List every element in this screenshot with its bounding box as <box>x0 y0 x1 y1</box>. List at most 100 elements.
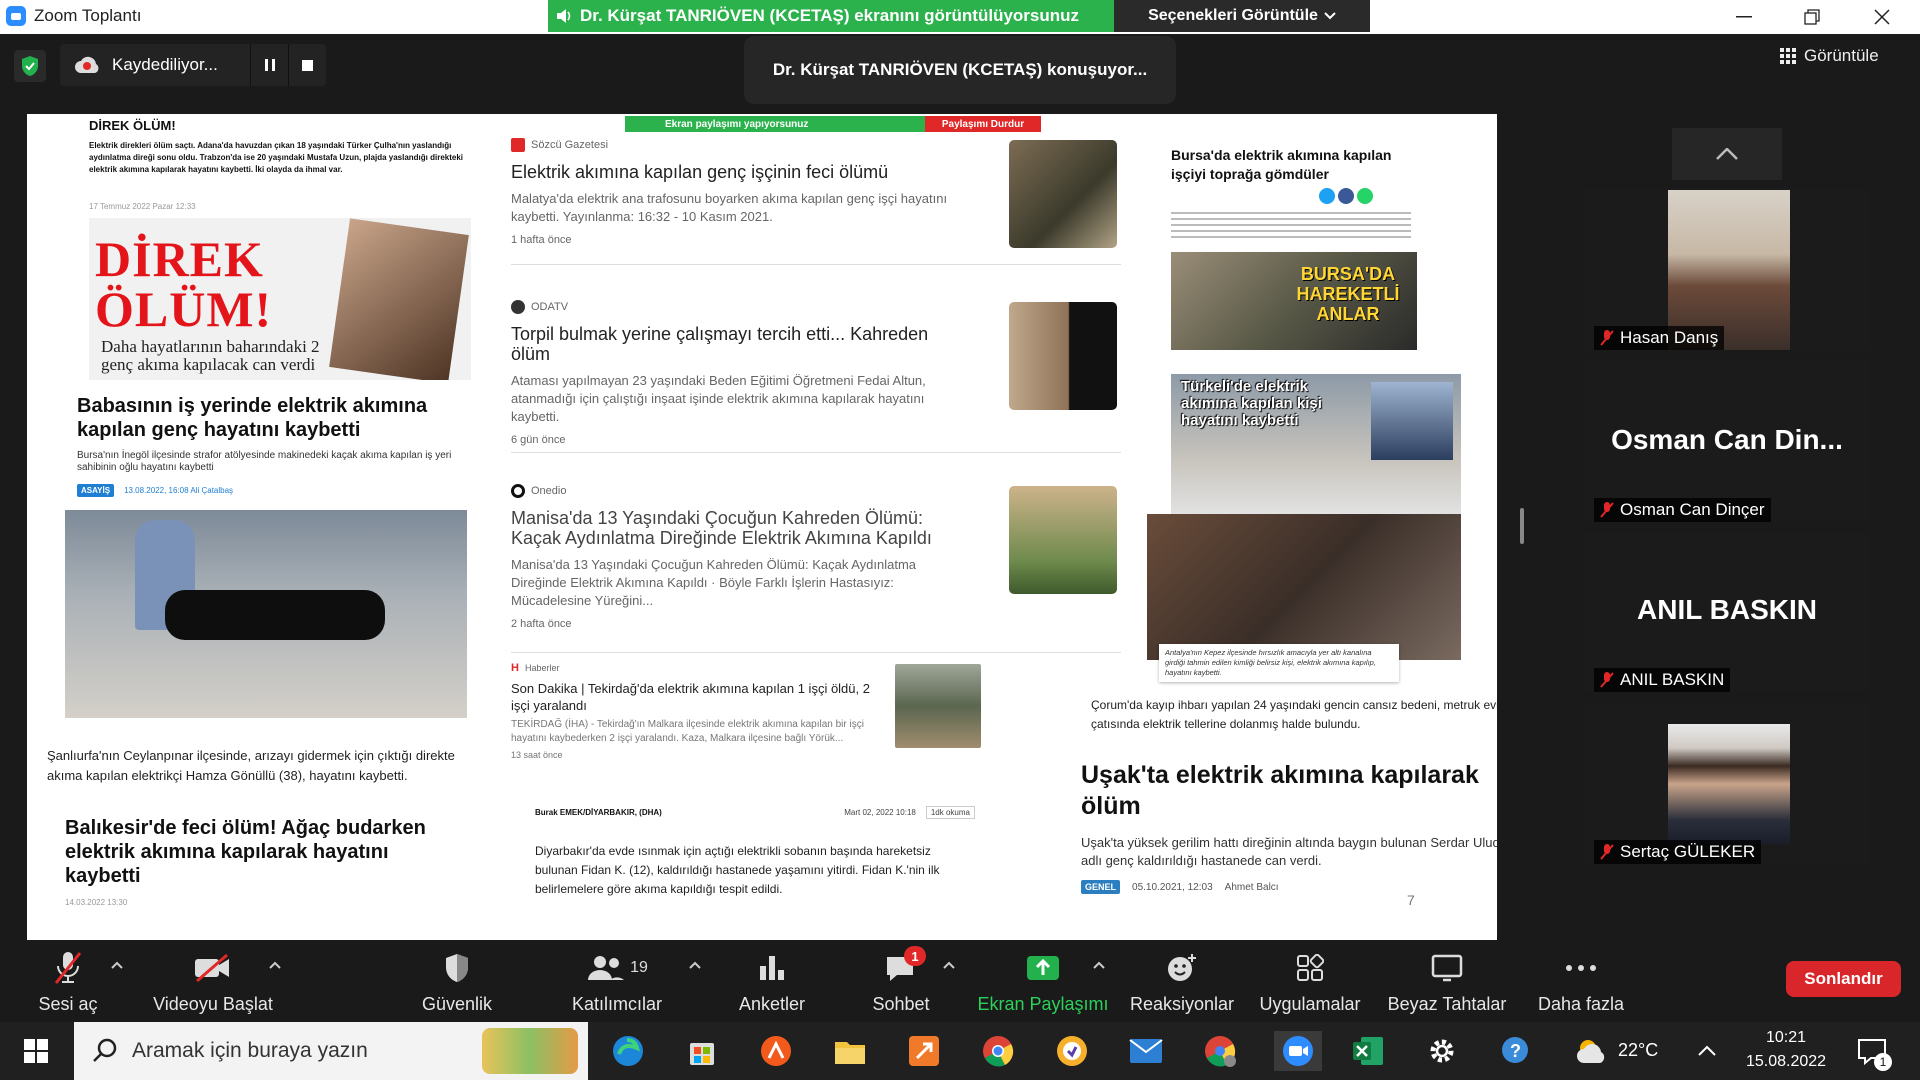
shared-screen: Ekran paylaşımı yapıyorsunuz Paylaşımı D… <box>27 114 1497 940</box>
unmute-button[interactable]: Sesi aç <box>36 944 100 1022</box>
polls-button[interactable]: Anketler <box>730 944 814 1022</box>
tray-chevron-up-icon[interactable] <box>1698 1044 1716 1056</box>
asayis-tag: ASAYİŞ <box>77 484 115 497</box>
direk-header: DİREK ÖLÜM! <box>89 118 176 133</box>
mic-muted-icon <box>1600 672 1614 688</box>
social-share-row <box>1319 188 1373 204</box>
taskbar-zoom[interactable] <box>1274 1031 1322 1071</box>
news-item-1[interactable]: Sözcü Gazetesi Elektrik akımına kapılan … <box>511 138 971 246</box>
taskbar-app-rocket[interactable] <box>904 1031 944 1071</box>
shield-check-icon <box>22 56 38 76</box>
participants-button[interactable]: 19 Katılımcılar <box>562 944 672 1022</box>
twitter-icon[interactable] <box>1319 188 1335 204</box>
weather-widget[interactable] <box>1572 1031 1612 1071</box>
audio-options-caret-icon[interactable] <box>110 958 124 972</box>
chevron-up-icon <box>1716 148 1738 160</box>
participants-options-caret-icon[interactable] <box>688 958 702 972</box>
share-options-caret-icon[interactable] <box>1092 958 1106 972</box>
svg-text:?: ? <box>1510 1041 1521 1061</box>
cloud-recording-icon <box>75 56 99 73</box>
view-options-button[interactable]: Seçenekleri Görüntüle <box>1114 0 1370 32</box>
taskbar-clock[interactable]: 10:21 15.08.2022 <box>1746 1026 1826 1074</box>
security-label: Güvenlik <box>421 994 493 1014</box>
participant-tile-1[interactable]: Hasan Danış <box>1584 188 1870 350</box>
panel-resize-handle[interactable] <box>1520 508 1524 544</box>
apps-button[interactable]: Uygulamalar <box>1256 944 1364 1022</box>
pause-recording-button[interactable] <box>250 44 288 86</box>
notification-center[interactable]: 1 <box>1852 1031 1892 1071</box>
mini-stop-share-button[interactable]: Paylaşımı Durdur <box>925 116 1041 132</box>
turkeli-portrait <box>1371 382 1453 460</box>
bursa-title: Bursa'da elektrik akımına kapılan işçiyi… <box>1171 147 1392 182</box>
polls-label: Anketler <box>738 994 806 1014</box>
participant-tile-2[interactable]: Osman Can Din... Osman Can Dinçer <box>1584 360 1870 522</box>
share-banner-text: Dr. Kürşat TANRIÖVEN (KCETAŞ) ekranını g… <box>580 6 1080 25</box>
taskbar-chrome-profile[interactable] <box>1200 1031 1240 1071</box>
whiteboards-button[interactable]: Beyaz Tahtalar <box>1386 944 1508 1022</box>
usak-meta-row: GENEL 05.10.2021, 12:03 Ahmet Balcı <box>1081 880 1279 894</box>
unmute-label: Sesi aç <box>38 994 98 1014</box>
haberler-item[interactable]: H Haberler Son Dakika | Tekirdağ'da elek… <box>511 662 891 760</box>
news-item-3[interactable]: Onedio Manisa'da 13 Yaşındaki Çocuğun Ka… <box>511 484 971 630</box>
reactions-button[interactable]: Reaksiyonlar <box>1128 944 1236 1022</box>
dha-read-time: 1dk okuma <box>925 806 975 819</box>
scroll-up-button[interactable] <box>1672 128 1782 180</box>
mail-icon <box>1129 1039 1163 1063</box>
taskbar-mail[interactable] <box>1126 1031 1166 1071</box>
taskbar-search-box[interactable]: Aramak için buraya yazın <box>74 1022 588 1080</box>
taskbar-chrome[interactable] <box>978 1031 1018 1071</box>
news-thumb-2 <box>1009 302 1117 410</box>
end-meeting-button[interactable]: Sonlandır <box>1786 961 1901 997</box>
chat-options-caret-icon[interactable] <box>942 958 956 972</box>
participant-name-3: ANIL BASKIN <box>1620 670 1725 689</box>
news-source-2: ODATV <box>511 300 971 314</box>
balikesir-title: Balıkesir'de feci ölüm! Ağaç budarken el… <box>65 817 426 887</box>
start-button[interactable] <box>16 1031 56 1071</box>
taskbar-store[interactable] <box>682 1031 722 1071</box>
restore-button[interactable] <box>1778 0 1846 34</box>
video-options-caret-icon[interactable] <box>268 958 282 972</box>
encryption-shield[interactable] <box>14 50 46 82</box>
smiley-plus-icon <box>1168 954 1196 981</box>
security-button[interactable]: Güvenlik <box>414 944 500 1022</box>
taskbar-browser-shield[interactable] <box>1052 1031 1092 1071</box>
taskbar-date: 15.08.2022 <box>1746 1053 1827 1070</box>
direk-olum-image: DİREK ÖLÜM! Daha hayatlarının baharındaki… <box>89 218 471 380</box>
stop-recording-button[interactable] <box>288 44 326 86</box>
screen-share-button[interactable]: Ekran Paylaşımı <box>977 944 1109 1022</box>
more-button[interactable]: Daha fazla <box>1534 944 1628 1022</box>
whatsapp-icon[interactable] <box>1357 188 1373 204</box>
chrome-icon <box>983 1036 1014 1067</box>
chat-label: Sohbet <box>872 994 930 1014</box>
active-speaker-text: Dr. Kürşat TANRIÖVEN (KCETAŞ) konuşuyor.… <box>772 60 1148 79</box>
taskbar-help[interactable]: ? <box>1496 1031 1536 1071</box>
taskbar-edge[interactable] <box>608 1031 648 1071</box>
gallery-view-button[interactable]: Görüntüle <box>1780 46 1879 66</box>
dha-byline: Burak EMEK/DİYARBAKIR, (DHA) <box>535 808 662 817</box>
participant-tile-3[interactable]: ANIL BASKIN ANIL BASKIN <box>1584 532 1870 692</box>
close-button[interactable] <box>1848 0 1916 34</box>
minimize-button[interactable] <box>1710 0 1778 34</box>
start-video-button[interactable]: Videoyu Başlat <box>150 944 276 1022</box>
participant-tile-4[interactable]: Sertaç GÜLEKER <box>1584 702 1870 864</box>
bursa-text-lines <box>1171 212 1411 242</box>
news-source-3: Onedio <box>511 484 971 498</box>
speaker-icon <box>557 9 571 23</box>
taskbar-excel[interactable] <box>1348 1031 1388 1071</box>
taskbar-file-explorer[interactable] <box>830 1031 870 1071</box>
haberler-logo-icon: H <box>511 662 519 674</box>
antalya-photo <box>1147 514 1461 660</box>
taskbar-search-placeholder: Aramak için buraya yazın <box>132 1039 368 1062</box>
chat-button[interactable]: 1 Sohbet <box>866 944 936 1022</box>
windows-taskbar: Aramak için buraya yazın ? 22°C 10:21 15… <box>0 1022 1920 1080</box>
view-options-label: Seçenekleri Görüntüle <box>1148 7 1318 24</box>
excel-icon <box>1353 1037 1383 1065</box>
taskbar-settings[interactable] <box>1422 1031 1462 1071</box>
chat-unread-badge: 1 <box>904 946 926 966</box>
news-ago-3: 2 hafta önce <box>511 618 572 630</box>
mini-share-label: Ekran paylaşımı yapıyorsunuz <box>625 116 925 132</box>
taskbar-app-orange[interactable] <box>756 1031 796 1071</box>
news-item-2[interactable]: ODATV Torpil bulmak yerine çalışmayı ter… <box>511 300 971 446</box>
facebook-icon[interactable] <box>1338 188 1354 204</box>
participant-display-name-2: Osman Can Din... <box>1611 424 1843 455</box>
